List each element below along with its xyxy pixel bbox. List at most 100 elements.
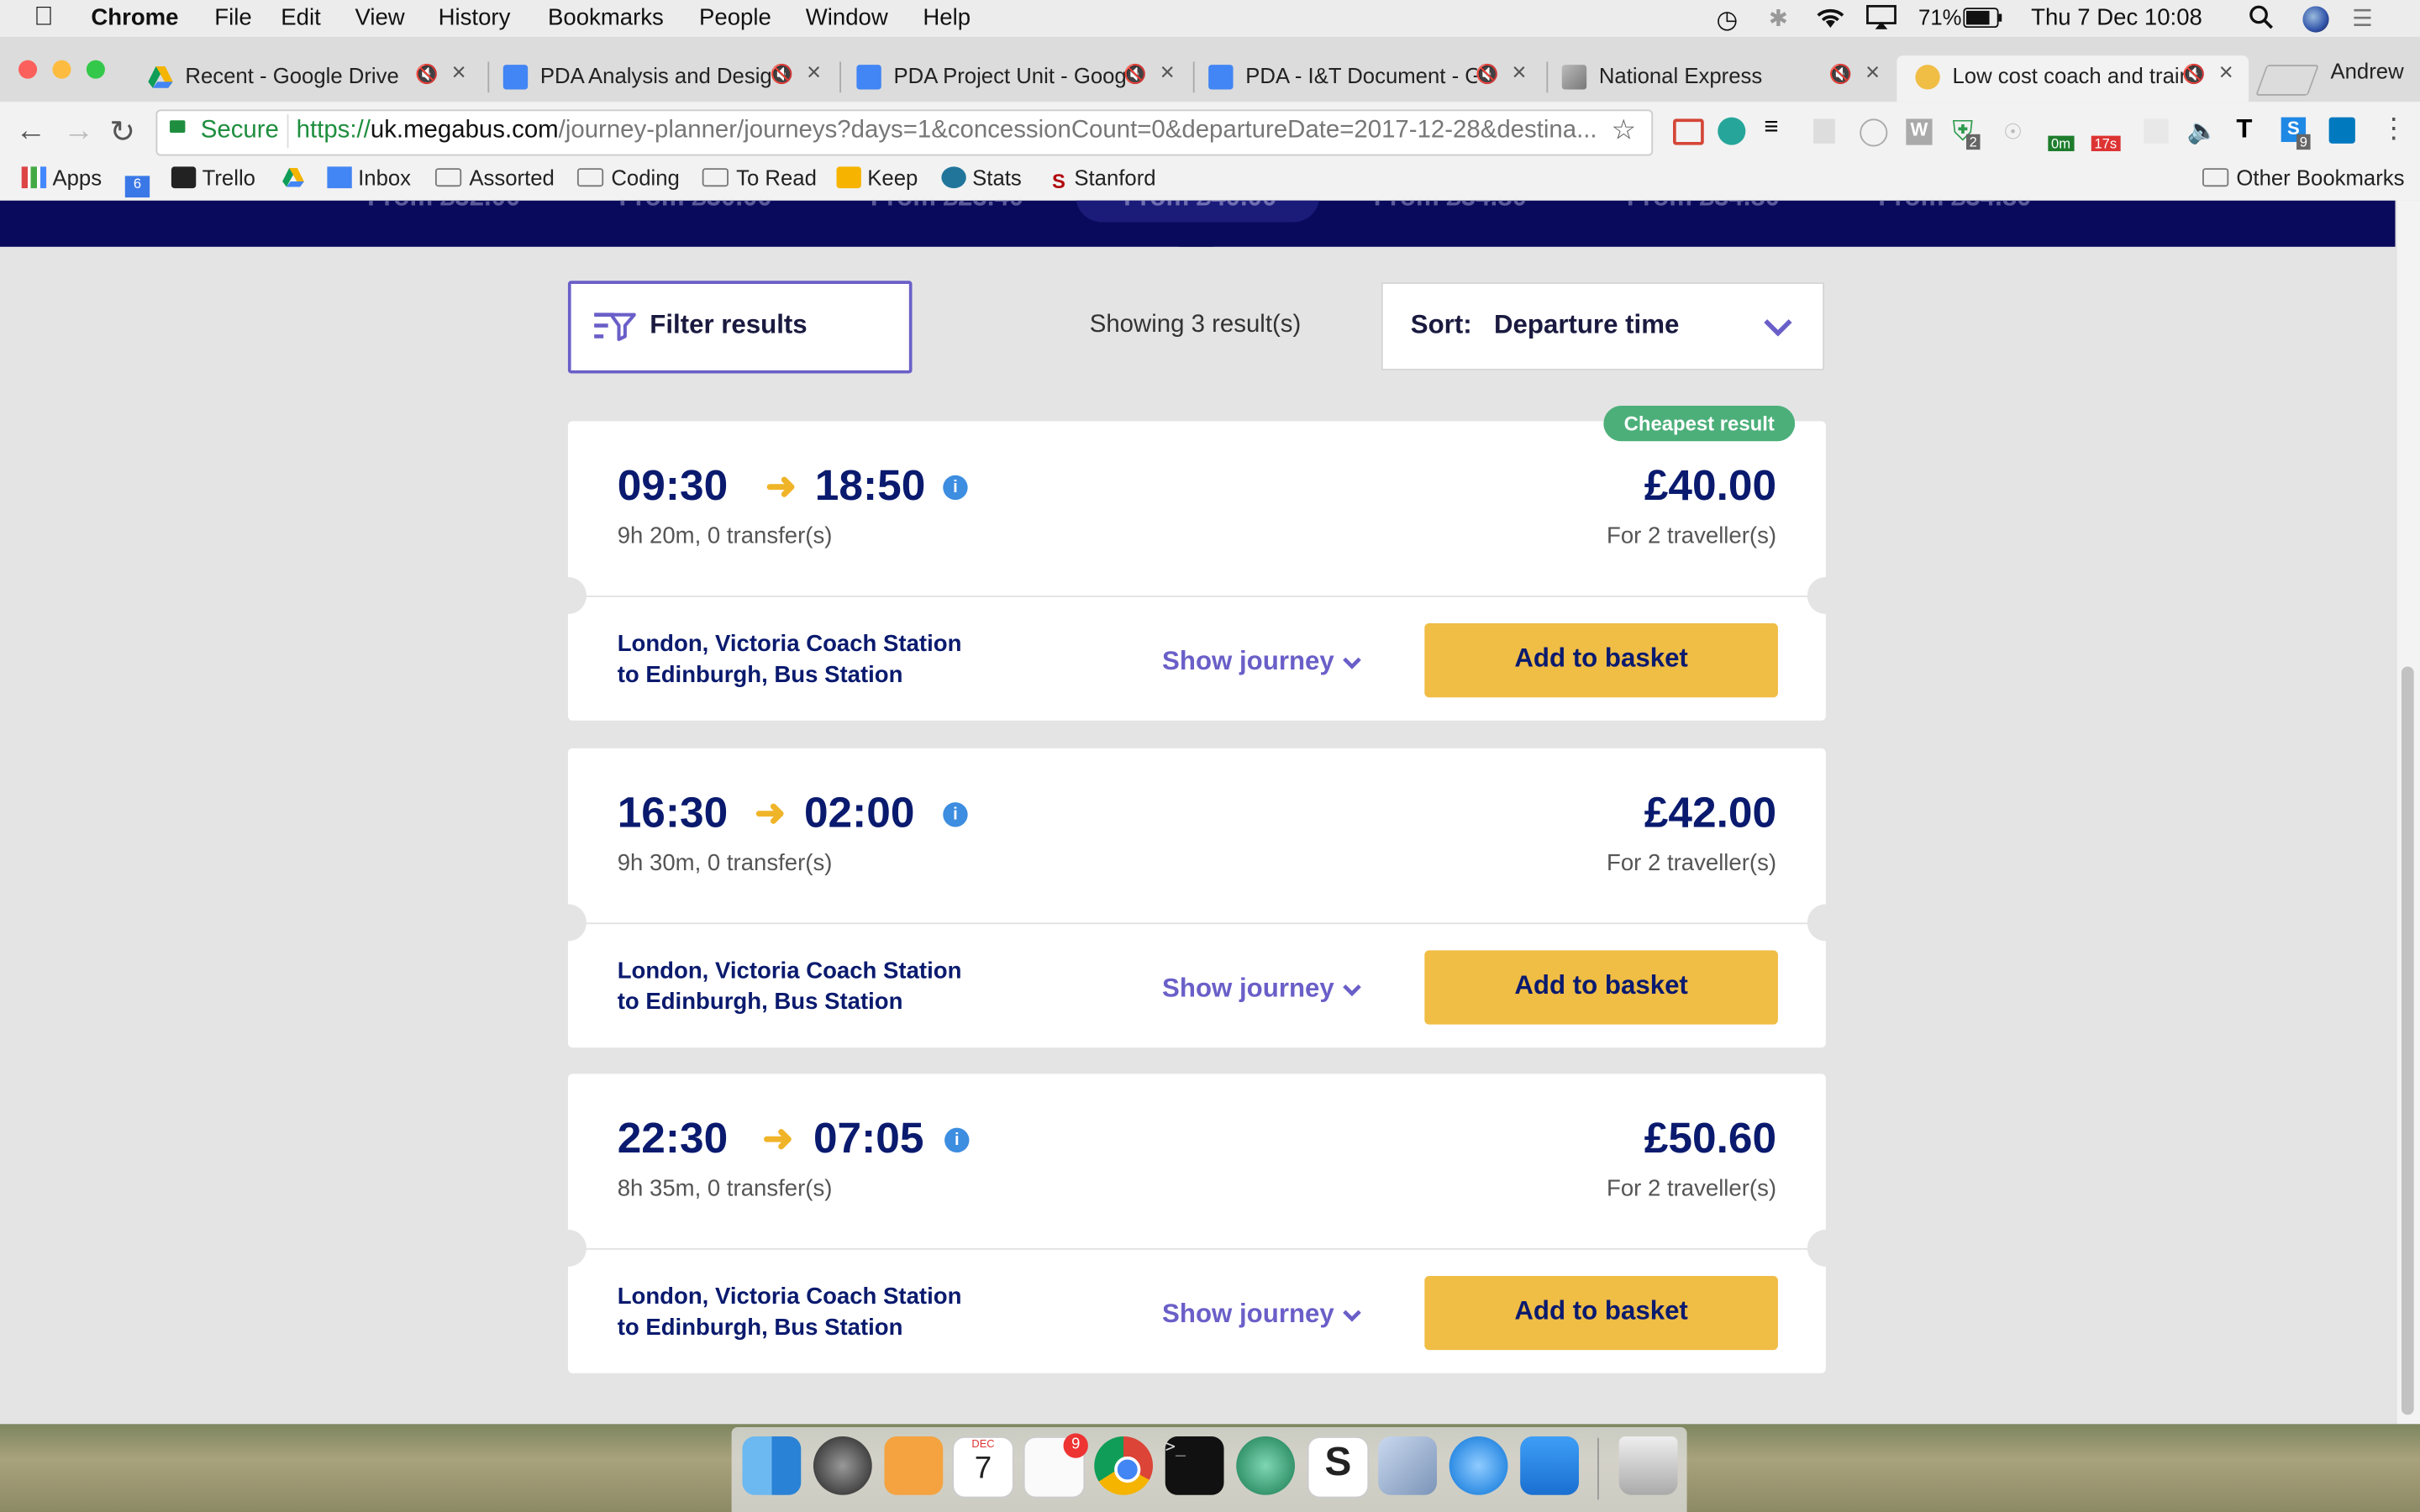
bookmark-folder-coding[interactable]: Coding <box>576 165 680 190</box>
tab-close-icon[interactable]: × <box>807 60 821 88</box>
slack-icon[interactable]: S <box>1307 1436 1370 1499</box>
timer-badge[interactable]: 17s <box>2091 135 2120 151</box>
tab-close-icon[interactable]: × <box>1865 60 1880 88</box>
pages-icon[interactable] <box>884 1436 944 1495</box>
tab-megabus-active[interactable]: Low cost coach and train 🔇 × <box>1897 55 2249 102</box>
trash-icon[interactable] <box>1618 1436 1678 1495</box>
siri-icon[interactable] <box>2302 6 2329 33</box>
mute-icon[interactable]: 🔇 <box>415 63 438 85</box>
tab-pda-project-unit[interactable]: PDA Project Unit - Google 🔇 × <box>838 55 1190 102</box>
show-journey-link[interactable]: Show journey <box>1162 974 1363 1005</box>
show-journey-link[interactable]: Show journey <box>1162 647 1363 678</box>
keynote-icon[interactable] <box>1520 1436 1579 1495</box>
messages-icon[interactable] <box>1449 1436 1508 1495</box>
bookmark-inbox[interactable]: Inbox <box>327 165 411 190</box>
calendar-icon[interactable]: DEC 7 <box>952 1436 1014 1499</box>
battery-icon[interactable] <box>1963 8 2003 34</box>
tab-close-icon[interactable]: × <box>2219 60 2233 88</box>
typeface-icon[interactable]: T <box>2236 114 2252 145</box>
mute-icon[interactable]: 🔇 <box>1829 63 1852 85</box>
date-price-option[interactable]: From £32.00 <box>367 201 520 213</box>
finder-icon[interactable] <box>742 1436 802 1495</box>
menu-people[interactable]: People <box>699 5 771 31</box>
forward-arrow-icon[interactable]: → <box>63 114 94 150</box>
notification-center-icon[interactable]: ☰ <box>2352 5 2373 32</box>
bookmark-star-icon[interactable]: ☆ <box>1612 114 1637 147</box>
mail-icon[interactable] <box>1378 1436 1437 1495</box>
atom-icon[interactable] <box>1236 1436 1296 1495</box>
airplay-icon[interactable] <box>1866 4 1897 36</box>
sort-dropdown[interactable]: Sort: Departure time <box>1381 282 1825 370</box>
back-arrow-icon[interactable]: ← <box>15 114 46 150</box>
window-zoom-icon[interactable] <box>86 60 105 79</box>
extension-icon[interactable] <box>1718 117 1746 145</box>
date-price-option[interactable]: From £34.80 <box>1374 201 1527 213</box>
info-icon[interactable]: i <box>944 1127 970 1153</box>
apple-icon[interactable]:  <box>34 2 53 33</box>
wordpress-icon[interactable]: W <box>1906 118 1933 145</box>
wifi-icon[interactable] <box>1813 5 1847 36</box>
extension-icon[interactable] <box>1813 118 1835 144</box>
bookmark-folder-to-read[interactable]: To Read <box>702 165 817 190</box>
menu-view[interactable]: View <box>355 5 404 31</box>
reload-icon[interactable]: ↻ <box>109 113 135 151</box>
app-menu[interactable]: Chrome <box>91 5 178 31</box>
tab-close-icon[interactable]: × <box>1512 60 1526 88</box>
window-minimize-icon[interactable] <box>52 60 71 79</box>
tab-close-icon[interactable]: × <box>1160 60 1175 88</box>
mute-icon[interactable]: 🔇 <box>1123 63 1146 85</box>
bookmark-drive[interactable] <box>281 165 312 190</box>
ghostery-icon[interactable]: ☉ <box>2003 118 2023 144</box>
tab-google-drive[interactable]: Recent - Google Drive 🔇 × <box>129 55 481 102</box>
bookmark-stats[interactable]: Stats <box>941 165 1022 190</box>
show-journey-link[interactable]: Show journey <box>1162 1299 1363 1331</box>
tab-close-icon[interactable]: × <box>452 60 466 88</box>
menu-help[interactable]: Help <box>923 5 971 31</box>
menu-history[interactable]: History <box>439 5 511 31</box>
bookmark-apps[interactable]: Apps <box>21 165 102 190</box>
new-tab-button[interactable] <box>2255 65 2319 96</box>
bookmark-trello[interactable]: Trello <box>171 165 255 190</box>
bookmark-other[interactable]: Other Bookmarks <box>2202 165 2405 190</box>
scrollbar-thumb[interactable] <box>2401 666 2414 1415</box>
tab-national-express[interactable]: National Express 🔇 × <box>1544 55 1896 102</box>
profile-name[interactable]: Andrew <box>2330 59 2403 83</box>
clock[interactable]: Thu 7 Dec 10:08 <box>2031 5 2202 31</box>
window-close-icon[interactable] <box>18 60 38 79</box>
chrome-menu-icon[interactable]: ⋮ <box>2380 113 2407 145</box>
bookmark-keep[interactable]: Keep <box>836 165 918 190</box>
terminal-icon[interactable]: >_ <box>1165 1436 1224 1495</box>
time-machine-icon[interactable]: ◷ <box>1716 5 1738 36</box>
spotlight-search-icon[interactable] <box>2249 5 2273 36</box>
address-bar[interactable]: Secure https://uk.megabus.com/journey-pl… <box>155 109 1654 156</box>
speaker-icon[interactable]: 🔈 <box>2187 116 2218 147</box>
bookmark-folder-assorted[interactable]: Assorted <box>434 165 555 190</box>
info-icon[interactable]: i <box>943 802 968 827</box>
date-price-option[interactable]: From £30.00 <box>619 201 772 213</box>
mute-icon[interactable]: 🔇 <box>771 63 793 85</box>
bookmark-stanford[interactable]: S Stanford <box>1050 165 1156 193</box>
menu-file[interactable]: File <box>214 5 251 31</box>
menu-bookmarks[interactable]: Bookmarks <box>548 5 664 31</box>
extension-icon[interactable] <box>1860 118 1888 147</box>
gmail-icon[interactable] <box>1673 118 1704 145</box>
tab-pda-it-document[interactable]: PDA - I&T Document - G 🔇 × <box>1190 55 1542 102</box>
add-to-basket-button[interactable]: Add to basket <box>1424 950 1778 1025</box>
trello-extension-icon[interactable] <box>2328 117 2355 144</box>
launchpad-icon[interactable] <box>813 1436 872 1495</box>
bluetooth-icon[interactable]: ✱ <box>1769 5 1788 32</box>
info-icon[interactable]: i <box>943 475 968 501</box>
add-to-basket-button[interactable]: Add to basket <box>1424 623 1778 698</box>
date-price-option-selected[interactable]: From £40.00 <box>1123 201 1276 213</box>
tab-pda-analysis[interactable]: PDA Analysis and Design 🔇 × <box>485 55 837 102</box>
buffer-icon[interactable]: ≡ <box>1764 114 1778 142</box>
menu-window[interactable]: Window <box>806 5 888 31</box>
timer-badge[interactable]: 0m <box>2048 135 2074 151</box>
date-price-option[interactable]: From £23.40 <box>871 201 1023 213</box>
filter-results-button[interactable]: Filter results <box>567 281 913 374</box>
bookmark-calendar[interactable]: 6 <box>124 165 156 198</box>
mute-icon[interactable]: 🔇 <box>2182 63 2205 85</box>
menu-edit[interactable]: Edit <box>281 5 320 31</box>
mute-icon[interactable]: 🔇 <box>1476 63 1498 85</box>
extension-icon[interactable] <box>2144 118 2169 144</box>
